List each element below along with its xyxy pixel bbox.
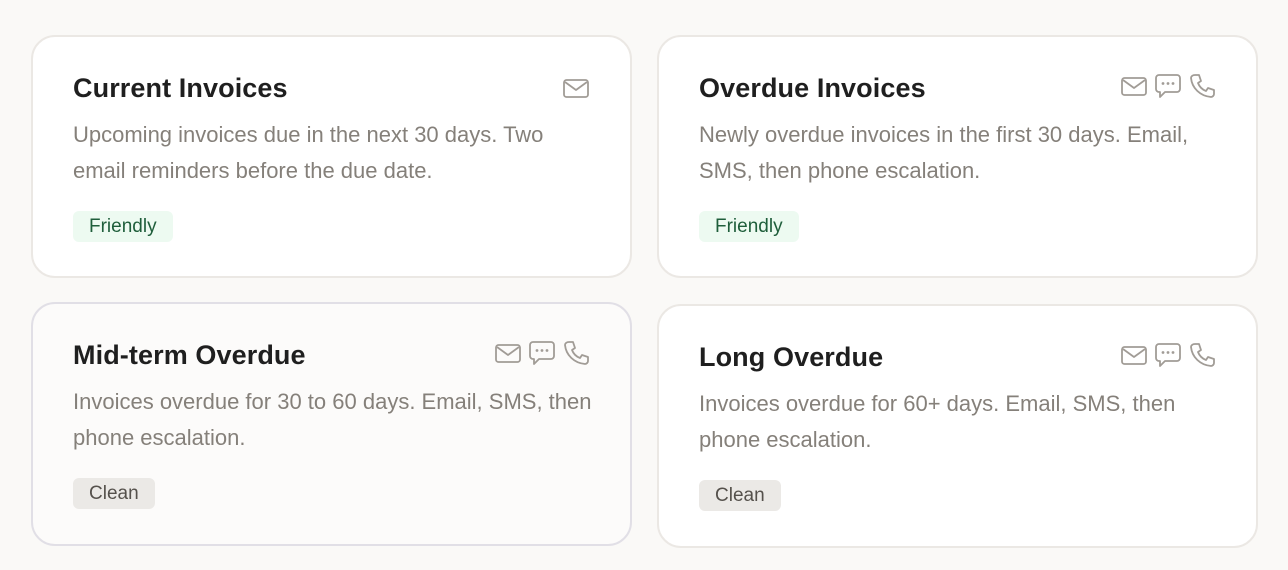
phone-icon [1188, 73, 1216, 99]
card-title: Long Overdue [699, 342, 884, 372]
mail-icon [562, 75, 590, 101]
mail-icon [1120, 342, 1148, 368]
tone-badge: Friendly [73, 211, 173, 242]
card-description: Invoices overdue for 60+ days. Email, SM… [699, 391, 1176, 452]
mail-icon [1120, 73, 1148, 99]
card-overdue-invoices[interactable]: Overdue Invoices Newly overdue invoices … [657, 35, 1258, 278]
stage-cards-grid: Current Invoices Upcoming invoices due i… [0, 0, 1288, 570]
tone-badge: Clean [699, 480, 781, 511]
card-title: Mid-term Overdue [73, 340, 306, 370]
card-long-overdue[interactable]: Long Overdue Invoices overdue for 60+ da… [657, 304, 1258, 548]
chat-icon [1154, 73, 1182, 99]
card-current-invoices[interactable]: Current Invoices Upcoming invoices due i… [31, 35, 632, 278]
chat-icon [1154, 342, 1182, 368]
channel-icons [562, 75, 590, 101]
channel-icons [1120, 342, 1216, 368]
card-description: Invoices overdue for 30 to 60 days. Emai… [73, 389, 592, 450]
mail-icon [494, 340, 522, 366]
card-description: Upcoming invoices due in the next 30 day… [73, 122, 544, 183]
phone-icon [1188, 342, 1216, 368]
tone-badge: Friendly [699, 211, 799, 242]
card-title: Overdue Invoices [699, 73, 926, 103]
card-title: Current Invoices [73, 73, 288, 103]
channel-icons [494, 340, 590, 366]
tone-badge: Clean [73, 478, 155, 509]
channel-icons [1120, 73, 1216, 99]
card-mid-term-overdue[interactable]: Mid-term Overdue Invoices overdue for 30… [31, 302, 632, 546]
chat-icon [528, 340, 556, 366]
card-description: Newly overdue invoices in the first 30 d… [699, 122, 1189, 183]
phone-icon [562, 340, 590, 366]
